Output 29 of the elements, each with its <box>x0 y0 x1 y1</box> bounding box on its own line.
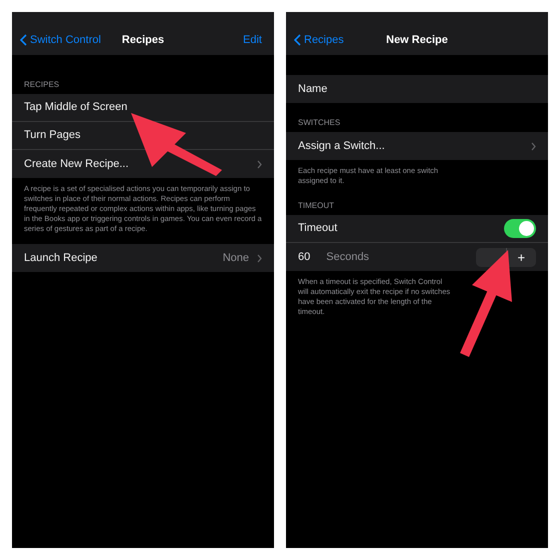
list-row[interactable]: 60 Seconds + <box>286 243 548 271</box>
nav-title: Recipes <box>122 32 164 48</box>
section-header: RECIPES <box>23 79 60 91</box>
row-value: None <box>222 250 249 266</box>
row-label: Turn Pages <box>24 128 80 144</box>
nav-title: New Recipe <box>386 32 448 48</box>
back-chevron-icon <box>294 34 301 46</box>
row-label: Timeout <box>298 221 338 236</box>
row-label: 60 <box>298 250 310 265</box>
row-label: Launch Recipe <box>24 250 98 266</box>
row-label: Create New Recipe... <box>24 156 129 172</box>
row-label: Tap Middle of Screen <box>24 100 128 116</box>
list-row[interactable]: Create New Recipe... <box>12 150 274 178</box>
list-row[interactable]: Assign a Switch... <box>286 132 548 160</box>
list-row[interactable]: Tap Middle of Screen <box>12 94 274 122</box>
row-label: Assign a Switch... <box>298 138 385 154</box>
list-row[interactable]: Timeout <box>286 215 548 243</box>
list-row[interactable]: Launch Recipe None <box>12 244 274 272</box>
section-header: SWITCHES <box>297 117 342 129</box>
toggle-switch[interactable] <box>504 219 536 238</box>
back-button[interactable]: Switch Control <box>20 32 101 48</box>
back-button[interactable]: Recipes <box>294 32 344 48</box>
edit-button[interactable]: Edit <box>243 32 262 48</box>
unit-label: Seconds <box>326 250 370 265</box>
back-chevron-icon <box>20 34 27 46</box>
list-row[interactable]: Name <box>286 75 548 103</box>
plus-button[interactable]: + <box>506 248 536 266</box>
row-label: Name <box>298 82 328 97</box>
section-header: TIMEOUT <box>297 200 335 212</box>
